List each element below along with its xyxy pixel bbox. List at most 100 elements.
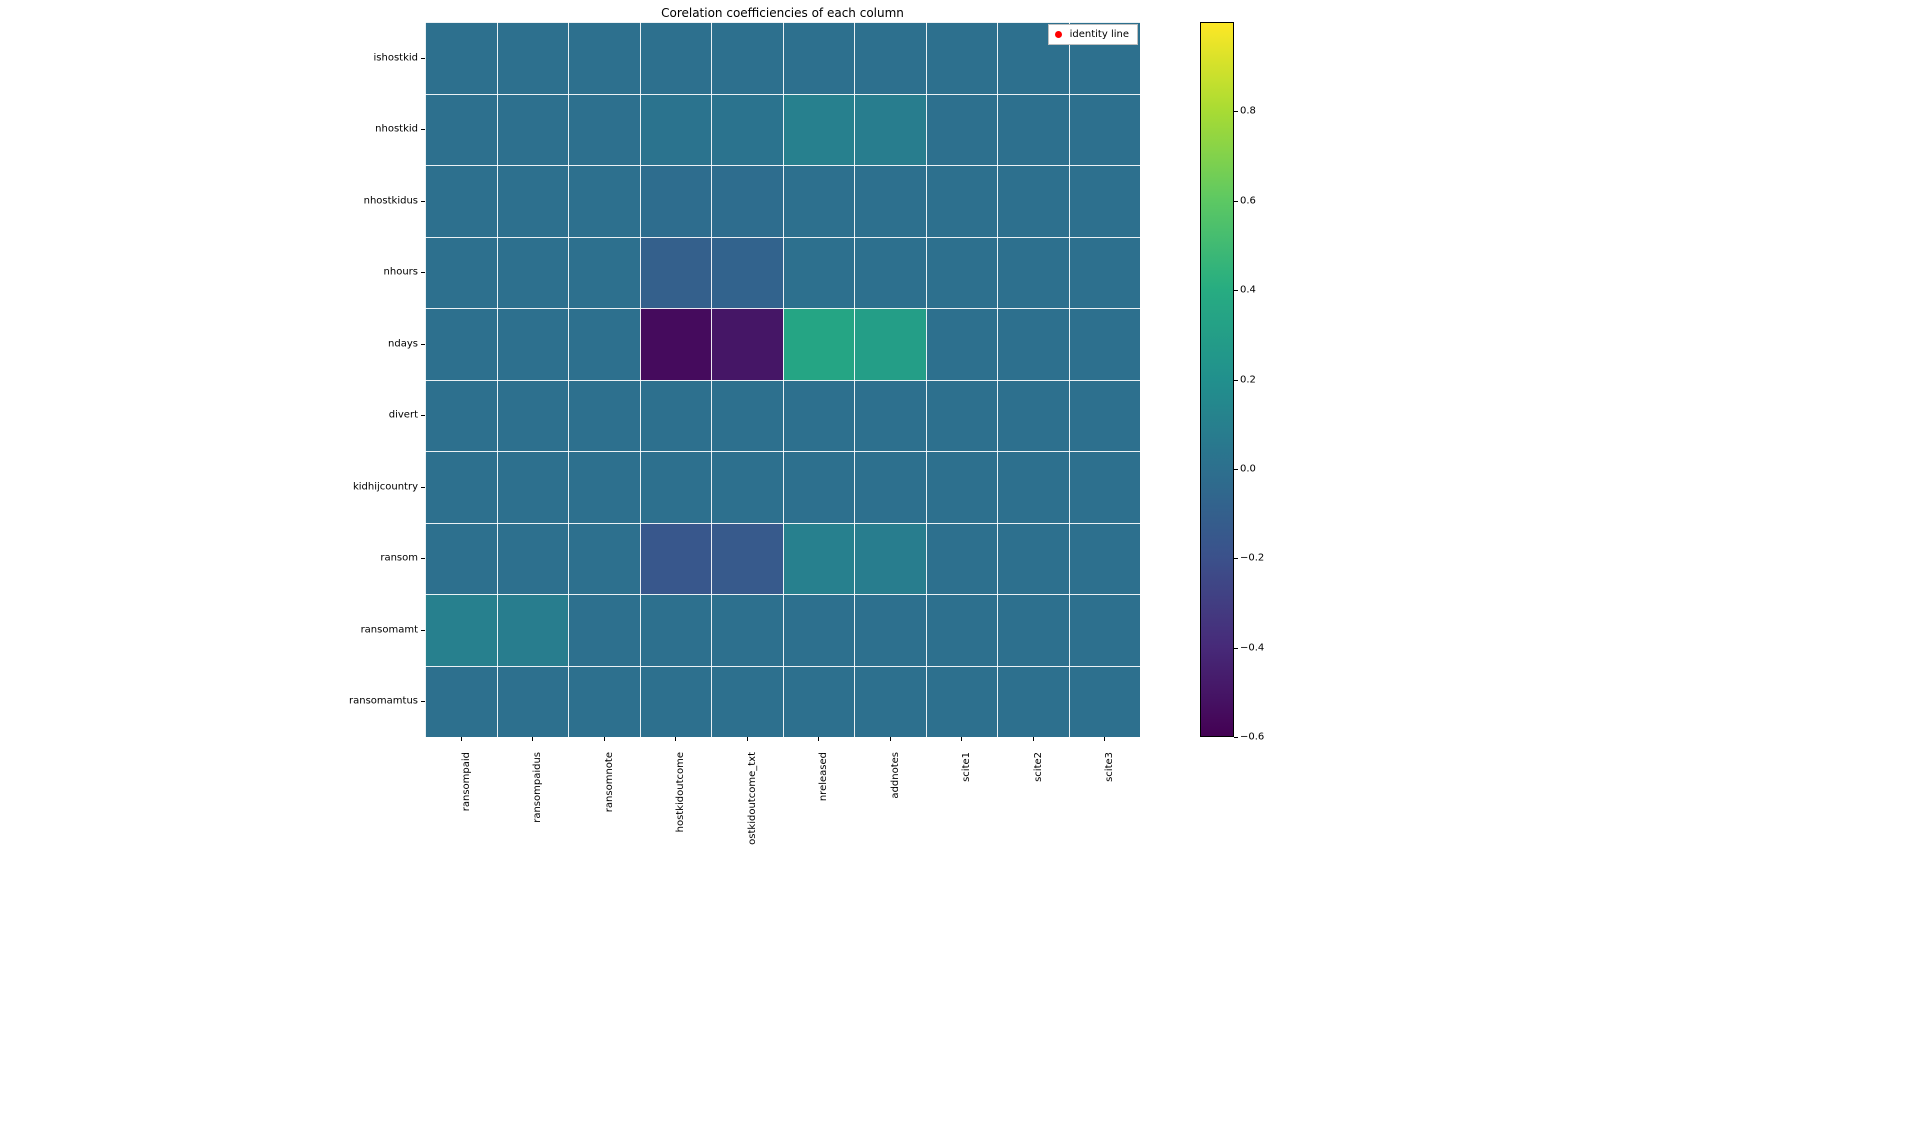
heatmap-cell bbox=[711, 594, 783, 666]
heatmap-cell bbox=[1069, 666, 1141, 738]
heatmap-cell bbox=[997, 380, 1069, 452]
heatmap-cell bbox=[1069, 594, 1141, 666]
heatmap-cell bbox=[497, 666, 569, 738]
heatmap-cell bbox=[854, 523, 926, 595]
heatmap-cell bbox=[425, 380, 497, 452]
colorbar-tick-label: −0.2 bbox=[1240, 553, 1264, 564]
y-tick-label: nhostkid bbox=[375, 124, 418, 135]
heatmap-cell bbox=[711, 165, 783, 237]
colorbar-tick-label: 0.4 bbox=[1240, 285, 1256, 296]
y-tick-label: divert bbox=[389, 410, 418, 421]
heatmap-cell bbox=[854, 308, 926, 380]
heatmap-cell bbox=[926, 523, 998, 595]
x-tick-label: ransompaid bbox=[461, 752, 472, 811]
heatmap-cell bbox=[711, 380, 783, 452]
y-tick-label: nhours bbox=[384, 267, 418, 278]
heatmap-cell bbox=[1069, 308, 1141, 380]
colorbar-tick-label: 0.2 bbox=[1240, 374, 1256, 385]
heatmap-cell bbox=[640, 308, 712, 380]
heatmap-cell bbox=[640, 165, 712, 237]
heatmap-cell bbox=[425, 94, 497, 166]
heatmap-cell bbox=[926, 380, 998, 452]
heatmap-cell bbox=[640, 380, 712, 452]
heatmap-cell bbox=[1069, 165, 1141, 237]
heatmap-cell bbox=[1069, 451, 1141, 523]
heatmap-cell bbox=[497, 165, 569, 237]
heatmap-cell bbox=[783, 451, 855, 523]
heatmap-cell bbox=[783, 165, 855, 237]
heatmap-cell bbox=[568, 666, 640, 738]
heatmap-cell bbox=[711, 451, 783, 523]
heatmap-cell bbox=[711, 666, 783, 738]
heatmap-cell bbox=[568, 523, 640, 595]
figure: Corelation coefficiencies of each column… bbox=[0, 0, 1920, 1136]
heatmap-cell bbox=[854, 594, 926, 666]
x-tick-label: scite1 bbox=[961, 752, 972, 782]
heatmap-cell bbox=[711, 237, 783, 309]
x-tick-label: nreleased bbox=[818, 752, 829, 801]
heatmap-cell bbox=[640, 451, 712, 523]
heatmap-cell bbox=[1069, 237, 1141, 309]
colorbar-tick-label: −0.6 bbox=[1240, 732, 1264, 743]
legend: identity line bbox=[1048, 24, 1138, 45]
heatmap-cell bbox=[783, 237, 855, 309]
heatmap-cell bbox=[926, 594, 998, 666]
heatmap-cell bbox=[783, 94, 855, 166]
heatmap-cell bbox=[997, 308, 1069, 380]
heatmap-cell bbox=[425, 594, 497, 666]
heatmap-cell bbox=[926, 237, 998, 309]
heatmap-cell bbox=[997, 451, 1069, 523]
colorbar-tick-label: 0.8 bbox=[1240, 106, 1256, 117]
x-tick-label: ransomnote bbox=[604, 752, 615, 812]
heatmap-cell bbox=[568, 594, 640, 666]
heatmap-cell bbox=[997, 594, 1069, 666]
heatmap-cell bbox=[926, 22, 998, 94]
heatmap-cell bbox=[640, 523, 712, 595]
x-tick-label: ostkidoutcome_txt bbox=[747, 752, 758, 845]
heatmap-cell bbox=[497, 237, 569, 309]
heatmap-cell bbox=[711, 22, 783, 94]
y-axis-labels: ishostkidnhostkidnhostkidusnhoursndaysdi… bbox=[0, 22, 418, 737]
heatmap-cell bbox=[854, 165, 926, 237]
heatmap-cell bbox=[783, 523, 855, 595]
heatmap-cell bbox=[640, 594, 712, 666]
heatmap-cell bbox=[711, 94, 783, 166]
heatmap-cell bbox=[497, 94, 569, 166]
heatmap-cell bbox=[497, 22, 569, 94]
heatmap-cell bbox=[497, 308, 569, 380]
x-tick-label: addnotes bbox=[890, 752, 901, 799]
heatmap-cell bbox=[926, 666, 998, 738]
heatmap-cell bbox=[783, 666, 855, 738]
heatmap-cell bbox=[640, 94, 712, 166]
colorbar-tick-labels: −0.6−0.4−0.20.00.20.40.60.8 bbox=[1240, 22, 1300, 737]
heatmap-cell bbox=[568, 165, 640, 237]
heatmap-cell bbox=[854, 22, 926, 94]
heatmap-cell bbox=[640, 237, 712, 309]
x-tick-label: ransompaidus bbox=[532, 752, 543, 823]
heatmap-cell bbox=[568, 451, 640, 523]
heatmap-axes: identity line bbox=[425, 22, 1140, 737]
heatmap-cell bbox=[497, 523, 569, 595]
y-tick-label: nhostkidus bbox=[364, 195, 418, 206]
colorbar-tick-label: 0.6 bbox=[1240, 195, 1256, 206]
heatmap-cell bbox=[711, 308, 783, 380]
colorbar bbox=[1200, 22, 1234, 737]
heatmap-cell bbox=[425, 165, 497, 237]
heatmap-cell bbox=[926, 94, 998, 166]
heatmap-cell bbox=[497, 380, 569, 452]
heatmap-cell bbox=[497, 451, 569, 523]
heatmap-cell bbox=[425, 523, 497, 595]
heatmap-cell bbox=[854, 380, 926, 452]
heatmap-cell bbox=[425, 22, 497, 94]
heatmap-cell bbox=[997, 523, 1069, 595]
y-tick-label: ransom bbox=[380, 553, 418, 564]
heatmap-cell bbox=[997, 94, 1069, 166]
x-tick-label: scite3 bbox=[1104, 752, 1115, 782]
heatmap-cell bbox=[1069, 94, 1141, 166]
heatmap-cell bbox=[926, 165, 998, 237]
chart-title: Corelation coefficiencies of each column bbox=[425, 6, 1140, 20]
colorbar-tick-label: 0.0 bbox=[1240, 463, 1256, 474]
heatmap-cell bbox=[711, 523, 783, 595]
heatmap-cell bbox=[854, 237, 926, 309]
heatmap-cell bbox=[783, 380, 855, 452]
